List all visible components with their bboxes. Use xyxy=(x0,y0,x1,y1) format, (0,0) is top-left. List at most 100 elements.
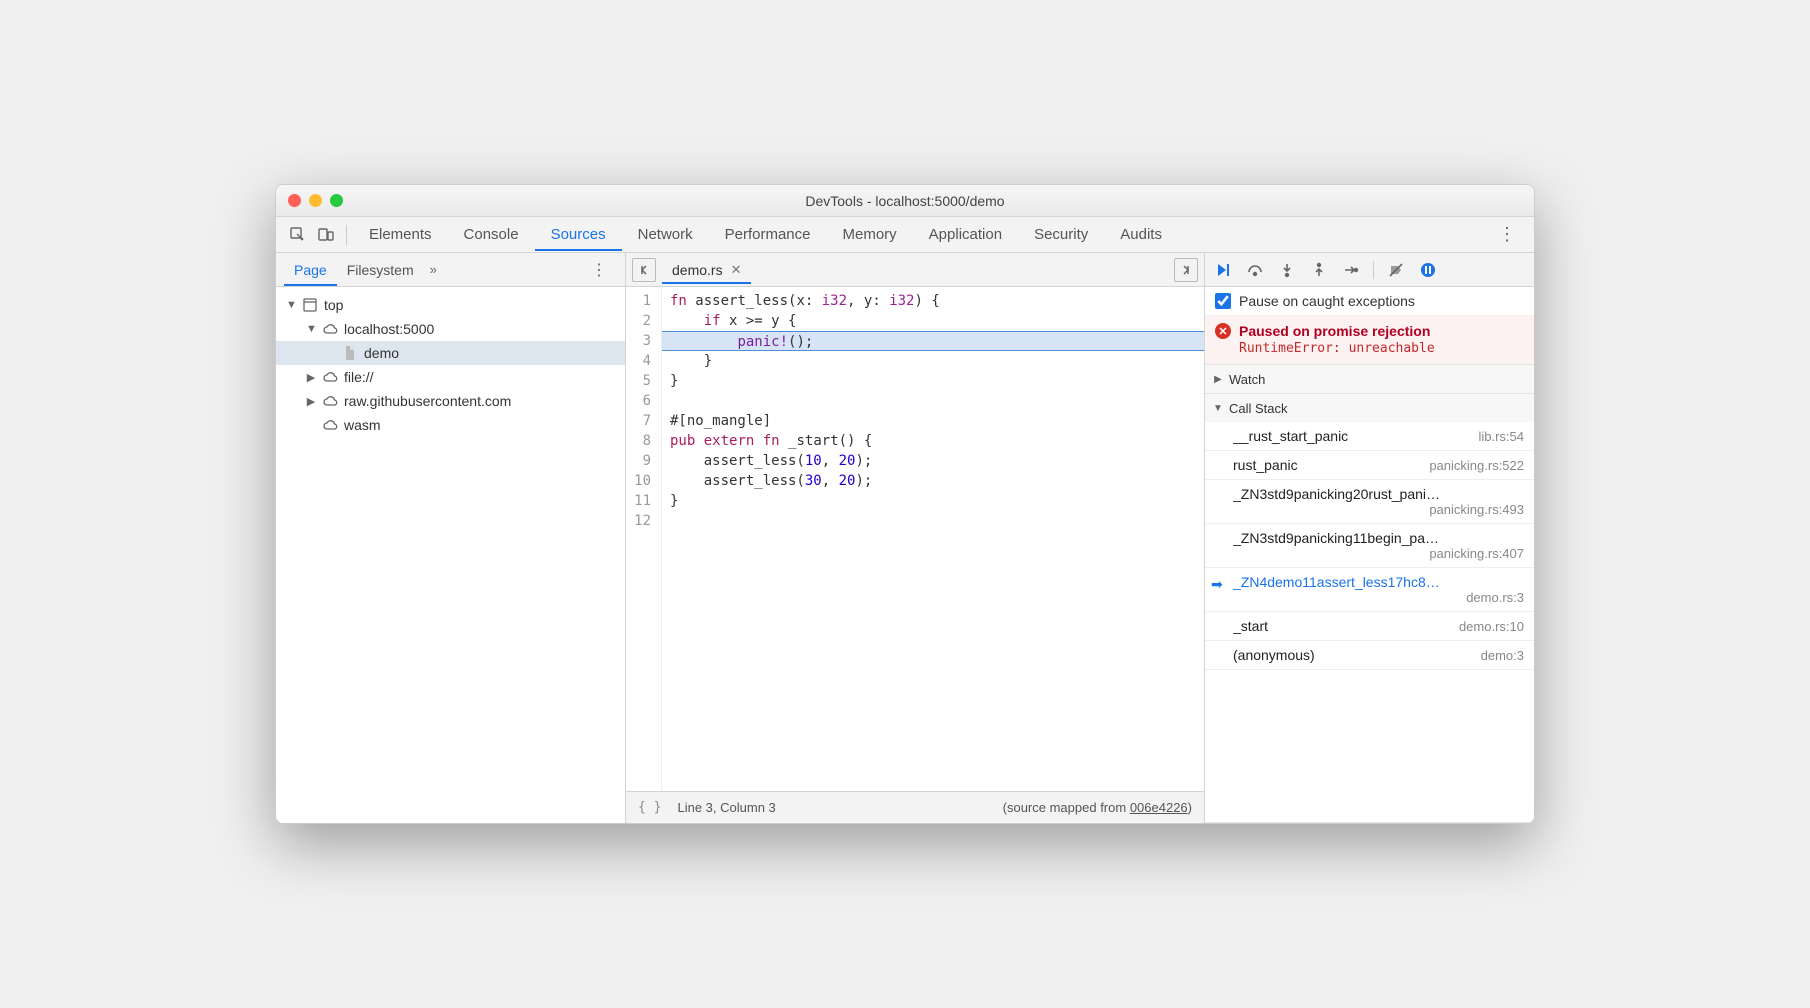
tab-filesystem[interactable]: Filesystem xyxy=(337,254,424,286)
code-line[interactable]: panic!(); xyxy=(662,331,1204,351)
stack-frame[interactable]: rust_panicpanicking.rs:522 xyxy=(1205,451,1534,480)
frame-function: __rust_start_panic xyxy=(1233,428,1348,444)
source-map-link[interactable]: 006e4226 xyxy=(1130,800,1188,815)
watch-section-header[interactable]: ▶ Watch xyxy=(1205,365,1534,393)
chevron-down-icon: ▼ xyxy=(1213,403,1223,414)
stack-frame[interactable]: __rust_start_panic lib.rs:54 xyxy=(1205,422,1534,451)
tree-twisty: ▼ xyxy=(286,299,296,311)
callstack-label: Call Stack xyxy=(1229,401,1288,416)
chevron-right-icon: ▶ xyxy=(1213,374,1223,385)
close-tab-icon[interactable]: ✕ xyxy=(731,262,742,278)
stack-frame[interactable]: (anonymous)demo:3 xyxy=(1205,641,1534,670)
step-icon[interactable] xyxy=(1341,260,1361,280)
tab-console[interactable]: Console xyxy=(448,218,535,251)
navigator-pane: Page Filesystem » ⋮ ▼top▼localhost:5000d… xyxy=(276,253,626,823)
pause-exceptions-icon[interactable] xyxy=(1418,260,1438,280)
stack-frame[interactable]: _start demo.rs:10 xyxy=(1205,612,1534,641)
tab-network[interactable]: Network xyxy=(622,218,709,251)
navigator-menu-icon[interactable]: ⋮ xyxy=(581,260,617,280)
tab-elements[interactable]: Elements xyxy=(353,218,448,251)
callstack-list[interactable]: __rust_start_paniclib.rs:54rust_panicpan… xyxy=(1205,422,1534,822)
code-line[interactable] xyxy=(662,511,1204,531)
watch-label: Watch xyxy=(1229,372,1265,387)
editor-tabs: demo.rs ✕ xyxy=(626,253,1204,287)
pause-caught-label: Pause on caught exceptions xyxy=(1239,293,1415,309)
frame-location: demo:3 xyxy=(1481,648,1524,663)
frame-location: lib.rs:54 xyxy=(1478,429,1524,444)
tree-twisty: ▶ xyxy=(306,395,316,408)
tree-row[interactable]: ▶raw.githubusercontent.com xyxy=(276,389,625,413)
stack-frame[interactable]: _ZN3std9panicking11begin_pa…panicking.rs… xyxy=(1205,524,1534,568)
minimize-window-button[interactable] xyxy=(309,194,322,207)
resume-icon[interactable] xyxy=(1213,260,1233,280)
file-tree[interactable]: ▼top▼localhost:5000demo▶file://▶raw.gith… xyxy=(276,287,625,823)
frame-location: panicking.rs:493 xyxy=(1233,502,1524,517)
code-line[interactable]: } xyxy=(662,351,1204,371)
tab-security[interactable]: Security xyxy=(1018,218,1104,251)
callstack-section-header[interactable]: ▼ Call Stack xyxy=(1205,394,1534,422)
frame-function: _ZN4demo11assert_less17hc8… xyxy=(1233,574,1524,590)
file-tab-demo-rs[interactable]: demo.rs ✕ xyxy=(662,256,751,284)
cloud-icon xyxy=(322,321,338,337)
file-icon xyxy=(342,345,358,361)
navigator-tabs: Page Filesystem » ⋮ xyxy=(276,253,625,287)
tree-label: localhost:5000 xyxy=(344,321,434,337)
tree-row[interactable]: ▼ localhost:5000 xyxy=(276,317,625,341)
frame-location: demo.rs:10 xyxy=(1459,619,1524,634)
device-toggle-icon[interactable] xyxy=(312,221,340,249)
code-line[interactable]: } xyxy=(662,491,1204,511)
cloud-icon xyxy=(322,393,338,409)
code-line[interactable]: #[no_mangle] xyxy=(662,411,1204,431)
tree-row[interactable]: ▶file:// xyxy=(276,365,625,389)
step-out-icon[interactable] xyxy=(1309,260,1329,280)
tree-twisty: ▼ xyxy=(306,323,316,335)
debugger-toolbar xyxy=(1205,253,1534,287)
frame-function: rust_panic xyxy=(1233,457,1298,473)
deactivate-breakpoints-icon[interactable] xyxy=(1386,260,1406,280)
tab-performance[interactable]: Performance xyxy=(709,218,827,251)
tree-row[interactable]: wasm xyxy=(276,413,625,437)
tab-audits[interactable]: Audits xyxy=(1104,218,1178,251)
tab-page[interactable]: Page xyxy=(284,254,337,286)
paused-message: RuntimeError: unreachable xyxy=(1239,341,1524,356)
nav-back-icon[interactable] xyxy=(632,258,656,282)
frame-function: _start xyxy=(1233,618,1268,634)
cloud-icon xyxy=(322,369,338,385)
code-line[interactable]: } xyxy=(662,371,1204,391)
editor-pane: demo.rs ✕ 123456789101112 fn assert_less… xyxy=(626,253,1204,823)
code-line[interactable]: pub extern fn _start() { xyxy=(662,431,1204,451)
tree-row[interactable]: demo xyxy=(276,341,625,365)
step-over-icon[interactable] xyxy=(1245,260,1265,280)
titlebar: DevTools - localhost:5000/demo xyxy=(276,185,1534,217)
frame-location: panicking.rs:407 xyxy=(1233,546,1524,561)
paused-title: Paused on promise rejection xyxy=(1239,323,1430,339)
code-line[interactable]: assert_less(10, 20); xyxy=(662,451,1204,471)
cursor-position: Line 3, Column 3 xyxy=(677,800,775,815)
code-line[interactable] xyxy=(662,391,1204,411)
pretty-print-icon[interactable]: { } xyxy=(638,800,661,815)
tab-memory[interactable]: Memory xyxy=(827,218,913,251)
tree-row[interactable]: ▼top xyxy=(276,293,625,317)
paused-banner: ✕ Paused on promise rejection RuntimeErr… xyxy=(1205,315,1534,365)
navigator-more-icon[interactable]: » xyxy=(430,262,437,277)
pause-caught-row[interactable]: Pause on caught exceptions xyxy=(1205,287,1534,315)
tab-application[interactable]: Application xyxy=(913,218,1018,251)
stack-frame[interactable]: ➡_ZN4demo11assert_less17hc8…demo.rs:3 xyxy=(1205,568,1534,612)
close-window-button[interactable] xyxy=(288,194,301,207)
code-line[interactable]: if x >= y { xyxy=(662,311,1204,331)
step-into-icon[interactable] xyxy=(1277,260,1297,280)
tab-sources[interactable]: Sources xyxy=(535,218,622,251)
code-editor[interactable]: 123456789101112 fn assert_less(x: i32, y… xyxy=(626,287,1204,791)
stack-frame[interactable]: _ZN3std9panicking20rust_pani…panicking.r… xyxy=(1205,480,1534,524)
frame-function: _ZN3std9panicking11begin_pa… xyxy=(1233,530,1524,546)
inspect-icon[interactable] xyxy=(284,221,312,249)
pause-caught-checkbox[interactable] xyxy=(1215,293,1231,309)
nav-forward-icon[interactable] xyxy=(1174,258,1198,282)
more-menu-icon[interactable]: ⋮ xyxy=(1488,224,1526,245)
tree-label: demo xyxy=(364,345,399,361)
frame-function: _ZN3std9panicking20rust_pani… xyxy=(1233,486,1524,502)
debugger-pane: Pause on caught exceptions ✕ Paused on p… xyxy=(1204,253,1534,823)
code-line[interactable]: assert_less(30, 20); xyxy=(662,471,1204,491)
code-line[interactable]: fn assert_less(x: i32, y: i32) { xyxy=(662,291,1204,311)
zoom-window-button[interactable] xyxy=(330,194,343,207)
